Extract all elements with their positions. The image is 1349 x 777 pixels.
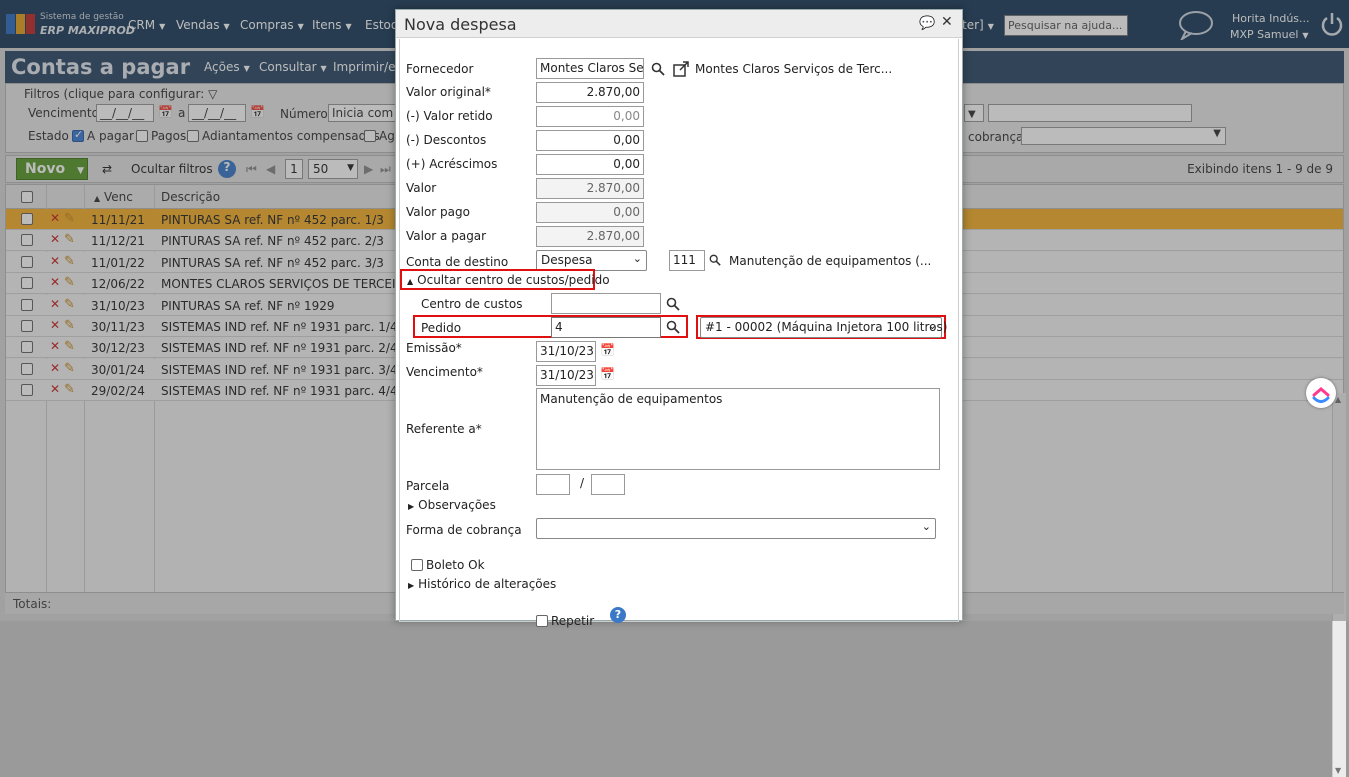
pedido-item-select[interactable]: #1 - 00002 (Máquina Injetora 100 litros)… — [700, 317, 947, 338]
vencimento-input[interactable]: 31/10/23 — [536, 365, 596, 386]
search-icon[interactable] — [709, 254, 721, 266]
pedido-label: Pedido — [421, 321, 462, 335]
observacoes-toggle[interactable]: ▶ Observações — [408, 498, 496, 512]
triangle-right-icon: ▶ — [408, 502, 415, 511]
comment-icon[interactable]: 💬 — [919, 16, 935, 31]
chevron-down-icon: ⌄ — [927, 319, 937, 332]
descontos-label: (-) Descontos — [406, 133, 487, 147]
emissao-input[interactable]: 31/10/23 — [536, 341, 596, 362]
referente-label: Referente a* — [406, 422, 482, 436]
calendar-icon[interactable]: 📅 — [600, 367, 615, 381]
valor-pago-input: 0,00 — [536, 202, 644, 223]
conta-destino-select[interactable]: Despesa ⌄ — [536, 250, 647, 271]
chevron-down-icon: ⌄ — [921, 520, 931, 533]
pedido-input[interactable]: 4 — [551, 317, 661, 338]
valor-original-input[interactable]: 2.870,00 — [536, 82, 644, 103]
valor-label: Valor — [406, 181, 437, 195]
referente-textarea[interactable]: Manutenção de equipamentos — [536, 388, 940, 470]
boleto-ok-checkbox[interactable]: Boleto Ok — [411, 558, 485, 572]
triangle-right-icon: ▶ — [408, 581, 415, 590]
conta-destino-label: Conta de destino — [406, 255, 509, 269]
descontos-input[interactable]: 0,00 — [536, 130, 644, 151]
repetir-checkbox[interactable]: Repetir — [536, 614, 594, 628]
parcela-total-input[interactable] — [591, 474, 625, 495]
dialog-header: Nova despesa 💬 ✕ — [396, 10, 962, 38]
parcela-separator: / — [580, 476, 585, 490]
calendar-icon[interactable]: 📅 — [600, 343, 615, 357]
search-icon[interactable] — [666, 320, 680, 334]
valor-a-pagar-label: Valor a pagar — [406, 229, 487, 243]
fornecedor-input[interactable]: Montes Claros Serv — [536, 58, 644, 79]
conta-code-input[interactable]: 111 — [669, 250, 705, 271]
parcela-label: Parcela — [406, 479, 450, 493]
clickup-icon[interactable] — [1306, 378, 1336, 408]
conta-name: Manutenção de equipamentos (... — [729, 254, 932, 268]
acrescimos-label: (+) Acréscimos — [406, 157, 498, 171]
valor-input: 2.870,00 — [536, 178, 644, 199]
parcela-numero-input[interactable] — [536, 474, 570, 495]
valor-retido-input[interactable]: 0,00 — [536, 106, 644, 127]
valor-pago-label: Valor pago — [406, 205, 470, 219]
external-link-icon[interactable] — [673, 61, 689, 77]
centro-custos-input[interactable] — [551, 293, 661, 314]
fornecedor-label: Fornecedor — [406, 62, 474, 76]
nova-despesa-dialog: Nova despesa 💬 ✕ Fornecedor Montes Claro… — [395, 9, 963, 628]
centro-custos-label: Centro de custos — [421, 297, 523, 311]
triangle-up-icon: ▲ — [407, 277, 414, 286]
acrescimos-input[interactable]: 0,00 — [536, 154, 644, 175]
search-icon[interactable] — [651, 62, 665, 76]
historico-toggle[interactable]: ▶ Histórico de alterações — [408, 577, 556, 591]
chevron-down-icon: ⌄ — [632, 252, 642, 265]
forma-cobranca-label: Forma de cobrança — [406, 523, 522, 537]
valor-original-label: Valor original* — [406, 85, 491, 99]
search-icon[interactable] — [666, 297, 680, 311]
close-icon[interactable]: ✕ — [941, 14, 953, 30]
vencimento-label: Vencimento* — [406, 365, 483, 379]
forma-cobranca-select[interactable]: ⌄ — [536, 518, 936, 539]
emissao-label: Emissão* — [406, 341, 462, 355]
valor-a-pagar-input: 2.870,00 — [536, 226, 644, 247]
ocultar-centro-toggle[interactable]: ▲ Ocultar centro de custos/pedido — [407, 273, 610, 287]
dialog-body: Fornecedor Montes Claros Serv Montes Cla… — [399, 39, 959, 628]
fornecedor-name[interactable]: Montes Claros Serviços de Terc... — [695, 62, 892, 76]
valor-retido-label: (-) Valor retido — [406, 109, 493, 123]
dialog-title: Nova despesa — [404, 15, 517, 34]
